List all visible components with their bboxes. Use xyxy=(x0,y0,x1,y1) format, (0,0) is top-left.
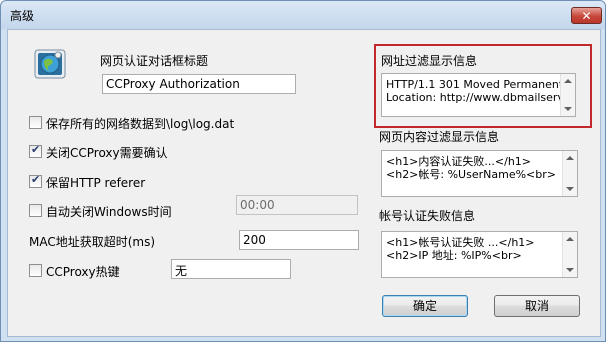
close-confirm-label: 关闭CCProxy需要确认 xyxy=(46,146,168,160)
ok-button[interactable]: 确定 xyxy=(382,295,468,317)
dialog-title-label: 网页认证对话框标题 xyxy=(100,54,209,68)
save-all-data-checkbox[interactable] xyxy=(29,116,42,129)
close-button[interactable]: ✕ xyxy=(571,7,602,24)
content-filter-scrollbar[interactable] xyxy=(562,151,577,196)
content-filter-text: <h1>内容认证失败...</h1> <h2>帐号: %UserName%<br… xyxy=(386,155,556,181)
cancel-button[interactable]: 取消 xyxy=(494,295,580,317)
url-filter-text: HTTP/1.1 301 Moved Permanently Location:… xyxy=(386,78,576,104)
auth-fail-scrollbar[interactable] xyxy=(562,232,577,277)
url-filter-scrollbar[interactable] xyxy=(560,74,575,116)
keep-referer-label: 保留HTTP referer xyxy=(46,176,146,190)
window-title: 高级 xyxy=(10,9,35,23)
auth-fail-textarea[interactable]: <h1>帐号认证失败 ...</h1> <h2>IP 地址: %IP%<br> xyxy=(381,231,578,278)
dialog-body: 网页认证对话框标题 CCProxy Authorization 保存所有的网络数… xyxy=(7,29,601,337)
keep-referer-checkbox[interactable] xyxy=(29,173,42,188)
close-icon: ✕ xyxy=(581,9,592,23)
mac-timeout-label: MAC地址获取超时(ms) xyxy=(29,235,156,249)
hotkey-input[interactable]: 无 xyxy=(171,259,291,279)
ccproxy-globe-icon xyxy=(34,49,66,79)
url-filter-textarea[interactable]: HTTP/1.1 301 Moved Permanently Location:… xyxy=(381,73,576,117)
auto-close-windows-checkbox[interactable] xyxy=(29,204,42,217)
auth-fail-text: <h1>帐号认证失败 ...</h1> <h2>IP 地址: %IP%<br> xyxy=(386,236,535,262)
auth-fail-label: 帐号认证失败信息 xyxy=(379,209,476,223)
dialog-title-input[interactable]: CCProxy Authorization xyxy=(102,74,296,94)
content-filter-textarea[interactable]: <h1>内容认证失败...</h1> <h2>帐号: %UserName%<br… xyxy=(381,150,578,197)
url-filter-label: 网址过滤显示信息 xyxy=(381,54,478,68)
save-all-data-label: 保存所有的网络数据到\log\log.dat xyxy=(46,117,235,131)
hotkey-label: CCProxy热键 xyxy=(46,265,120,279)
advanced-dialog: 高级 ✕ 网页认证对话框标题 CCProxy Authorization 保存所… xyxy=(0,0,606,342)
auto-close-time-input[interactable]: 00:00 xyxy=(236,195,358,215)
hotkey-checkbox[interactable] xyxy=(29,264,42,277)
auto-close-windows-label: 自动关闭Windows时间 xyxy=(46,205,172,219)
title-bar[interactable]: 高级 ✕ xyxy=(1,1,605,29)
mac-timeout-input[interactable]: 200 xyxy=(239,230,359,250)
content-filter-label: 网页内容过滤显示信息 xyxy=(379,130,500,144)
close-confirm-checkbox[interactable] xyxy=(29,143,42,158)
